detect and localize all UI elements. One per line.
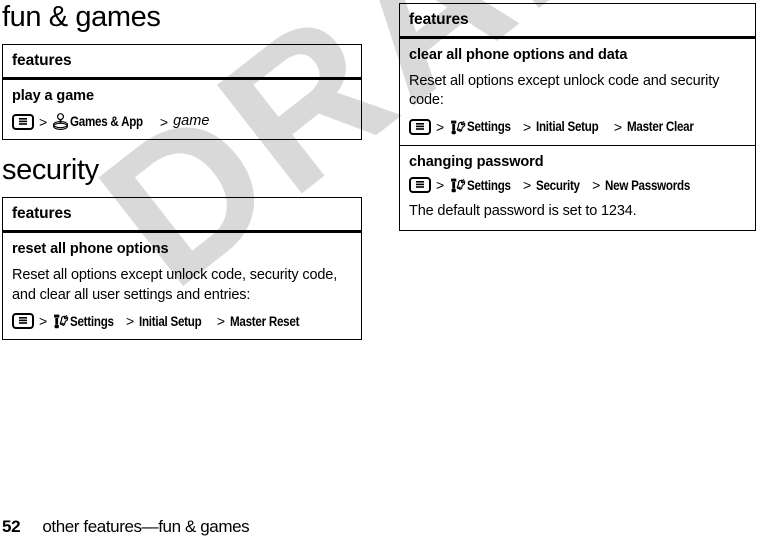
- section-heading-security: security: [2, 154, 99, 187]
- page-number: 52: [2, 517, 21, 536]
- path-item-master-reset: Master Reset: [230, 313, 300, 329]
- path-separator: >: [592, 177, 601, 194]
- menu-icon: [12, 313, 34, 330]
- features-table-security-continued: features clear all phone options and dat…: [399, 3, 756, 232]
- table-row: reset all phone options Reset all option…: [3, 233, 361, 339]
- menu-path: > Settings > Initial Setup >: [409, 119, 746, 136]
- path-item-game: game: [173, 113, 210, 130]
- left-column: fun & games features play a game > Games…: [2, 0, 362, 340]
- path-separator: >: [126, 313, 135, 330]
- row-body: Reset all options except unlock code and…: [409, 73, 720, 109]
- row-title: clear all phone options and data: [409, 47, 628, 63]
- path-separator: >: [613, 119, 623, 136]
- menu-icon: [12, 113, 34, 130]
- table-header-features: features: [3, 45, 361, 80]
- path-separator: >: [523, 119, 532, 136]
- settings-tools-icon: [52, 313, 69, 330]
- path-separator: >: [39, 113, 48, 130]
- right-column: features clear all phone options and dat…: [399, 3, 756, 232]
- menu-icon: [409, 119, 431, 136]
- path-separator: >: [436, 177, 445, 194]
- features-table-fun-games: features play a game > Games & App > gam…: [2, 44, 362, 141]
- path-item-settings: Settings: [70, 313, 114, 329]
- row-title: reset all phone options: [12, 241, 169, 258]
- footer-breadcrumb: other features—fun & games: [42, 517, 250, 536]
- path-separator: >: [436, 119, 445, 136]
- table-row: clear all phone options and data Reset a…: [400, 39, 755, 145]
- settings-tools-icon: [449, 177, 466, 194]
- table-header-features: features: [3, 198, 361, 234]
- settings-tools-icon: [449, 119, 466, 136]
- row-title: play a game: [12, 88, 94, 104]
- menu-path: > Settings > Initial Setup >: [12, 313, 352, 330]
- path-item-master-clear: Master Clear: [627, 119, 694, 135]
- table-header-features: features: [400, 4, 755, 39]
- path-separator: >: [523, 177, 532, 194]
- row-body: Reset all options except unlock code, se…: [12, 267, 338, 303]
- path-item-settings: Settings: [467, 119, 511, 135]
- path-item-initial-setup: Initial Setup: [536, 119, 599, 135]
- table-row: changing password > Settings > Security …: [400, 144, 755, 230]
- path-separator: >: [39, 313, 48, 330]
- joystick-icon: [52, 113, 69, 131]
- table-row: play a game > Games & App > game: [3, 80, 361, 139]
- path-item-games-app: Games & App: [70, 113, 144, 129]
- path-item-initial-setup: Initial Setup: [139, 313, 202, 329]
- page-footer: 52 other features—fun & games: [2, 517, 250, 537]
- path-item-settings: Settings: [467, 177, 511, 193]
- path-separator: >: [159, 113, 169, 130]
- row-body: The default password is set to 1234.: [409, 202, 637, 219]
- features-table-security: features reset all phone options Reset a…: [2, 197, 362, 340]
- menu-path: > Settings > Security > New Passwords: [409, 177, 746, 194]
- section-heading-fun-games: fun & games: [2, 1, 161, 33]
- menu-icon: [409, 177, 431, 194]
- path-item-new-passwords: New Passwords: [605, 177, 691, 193]
- manual-page: fun & games features play a game > Games…: [0, 0, 759, 549]
- row-title: changing password: [409, 153, 544, 170]
- path-item-security: Security: [536, 177, 580, 193]
- path-separator: >: [216, 313, 226, 330]
- menu-path: > Games & App > game: [12, 113, 352, 131]
